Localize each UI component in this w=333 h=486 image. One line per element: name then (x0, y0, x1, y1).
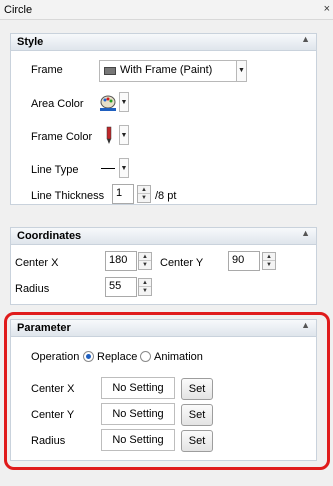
coordinates-panel: Coordinates ▲ Center X 180 ▲ ▼ Center Y … (10, 227, 317, 305)
coordinates-panel-title: Coordinates (17, 230, 82, 242)
center-x-spinner[interactable]: ▲ ▼ (138, 252, 152, 270)
spin-up-icon[interactable]: ▲ (263, 253, 275, 261)
spin-up-icon[interactable]: ▲ (139, 253, 151, 261)
area-color-label: Area Color (31, 98, 84, 110)
paint-palette-icon (100, 95, 116, 111)
spin-up-icon[interactable]: ▲ (138, 186, 150, 194)
frame-dropdown[interactable]: With Frame (Paint) ▼ (99, 60, 247, 82)
line-type-icon (101, 168, 115, 169)
frame-label: Frame (31, 64, 63, 76)
style-panel-title: Style (17, 36, 44, 48)
chevron-down-icon[interactable]: ▼ (119, 158, 129, 178)
coordinates-panel-header[interactable]: Coordinates ▲ (11, 228, 316, 245)
area-color-dropdown[interactable]: ▼ (99, 92, 131, 114)
spin-down-icon[interactable]: ▼ (263, 261, 275, 269)
collapse-caret-icon[interactable]: ▲ (301, 228, 310, 238)
frame-dropdown-value: With Frame (Paint) (120, 64, 213, 76)
window-title: Circle (4, 4, 33, 16)
radius-value: 55 (109, 280, 122, 292)
spin-down-icon[interactable]: ▼ (139, 261, 151, 269)
style-panel: Style ▲ Frame With Frame (Paint) ▼ Area … (10, 33, 317, 205)
line-thickness-value: 1 (116, 187, 123, 199)
line-thickness-input[interactable]: 1 (112, 184, 134, 204)
center-x-label: Center X (15, 257, 59, 269)
radius-label: Radius (15, 283, 50, 295)
pen-icon (106, 126, 112, 144)
style-panel-header[interactable]: Style ▲ (11, 34, 316, 51)
radius-spinner[interactable]: ▲ ▼ (138, 278, 152, 296)
chevron-down-icon[interactable]: ▼ (119, 92, 129, 112)
center-y-input[interactable]: 90 (228, 251, 260, 271)
center-y-spinner[interactable]: ▲ ▼ (262, 252, 276, 270)
spin-down-icon[interactable]: ▼ (139, 287, 151, 295)
line-thickness-label: Line Thickness (31, 190, 105, 202)
frame-style-icon (104, 67, 116, 75)
spin-down-icon[interactable]: ▼ (138, 194, 150, 202)
center-x-value: 180 (109, 254, 128, 266)
spin-up-icon[interactable]: ▲ (139, 279, 151, 287)
close-icon[interactable]: × (324, 3, 330, 15)
center-y-label: Center Y (160, 257, 204, 269)
chevron-down-icon[interactable]: ▼ (119, 125, 129, 145)
center-x-input[interactable]: 180 (105, 251, 137, 271)
center-y-value: 90 (232, 254, 245, 266)
line-thickness-spinner[interactable]: ▲ ▼ (137, 185, 151, 203)
collapse-caret-icon[interactable]: ▲ (301, 34, 310, 44)
highlight-annotation (4, 312, 330, 470)
line-type-label: Line Type (31, 164, 79, 176)
line-type-dropdown[interactable]: ▼ (99, 158, 131, 180)
chevron-down-icon[interactable]: ▼ (236, 61, 246, 81)
line-thickness-unit: /8 pt (155, 190, 177, 202)
radius-input[interactable]: 55 (105, 277, 137, 297)
title-bar: Circle × (0, 0, 333, 20)
frame-color-label: Frame Color (31, 131, 93, 143)
frame-color-dropdown[interactable]: ▼ (99, 125, 131, 147)
